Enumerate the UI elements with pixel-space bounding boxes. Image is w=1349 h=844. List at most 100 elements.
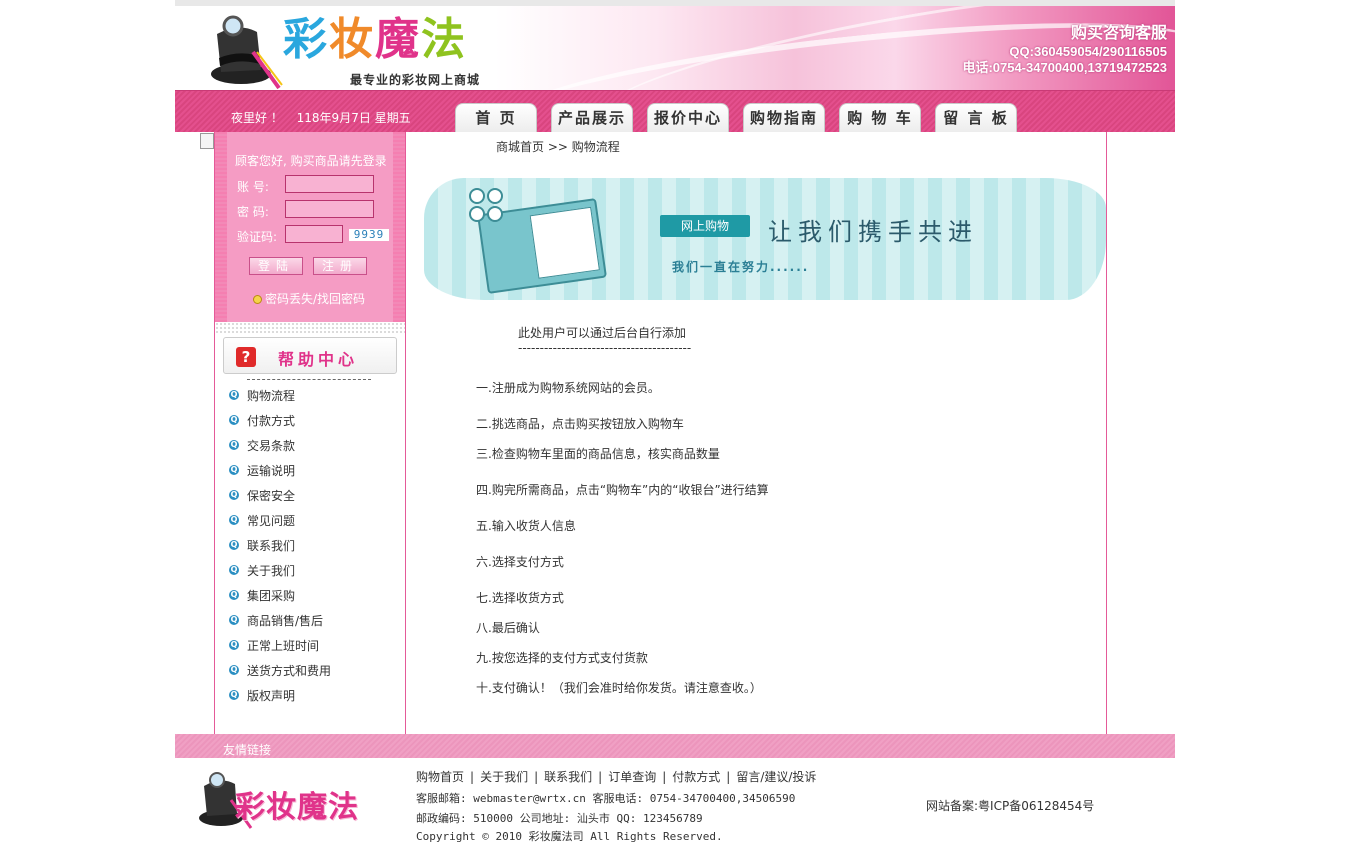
friend-links-bar: 友情链接 — [175, 734, 1175, 758]
help-item-label: 联系我们 — [247, 539, 296, 553]
current-date: 118年9月7日 星期五 — [296, 111, 411, 125]
link-separator: | — [726, 770, 731, 784]
breadcrumb-separator: >> — [547, 140, 568, 154]
tab-products[interactable]: 产品展示 — [551, 103, 633, 133]
step-item: 十.支付确认！（我们会准时给你发货。请注意查收。） — [476, 681, 762, 695]
account-row: 账 号: — [237, 175, 374, 195]
content-divider: ---------------------------------------- — [518, 341, 692, 355]
q-bullet-icon: Q — [229, 665, 239, 675]
footer-copyright: Copyright © 2010 彩妆魔法司 All Rights Reserv… — [416, 830, 723, 843]
captcha-image[interactable]: 9939 — [349, 229, 389, 241]
help-item[interactable]: Q 运输说明 — [229, 464, 331, 489]
help-item[interactable]: Q 常见问题 — [229, 514, 331, 539]
q-bullet-icon: Q — [229, 590, 239, 600]
help-item-label: 付款方式 — [247, 414, 296, 428]
notebook-page — [529, 206, 600, 279]
q-bullet-icon: Q — [229, 690, 239, 700]
logo-char: 妆 — [329, 14, 375, 65]
tab-home[interactable]: 首 页 — [455, 103, 537, 133]
help-item[interactable]: Q 关于我们 — [229, 564, 331, 589]
clover-leaf — [487, 188, 503, 204]
help-item-label: 集团采购 — [247, 589, 296, 603]
banner-subtitle: 我们一直在努力...... — [672, 260, 810, 274]
logo-char: 法 — [421, 14, 467, 65]
footer-links: 购物首页 | 关于我们 | 联系我们 | 订单查询 | 付款方式 | 留言/建议/投诉 — [416, 768, 816, 785]
breadcrumb-home[interactable]: 商城首页 — [496, 140, 544, 154]
banner-slogan: 让我们携手共进 — [768, 218, 978, 246]
login-title: 顾客您好, 购买商品请先登录 — [235, 154, 387, 168]
site-logo[interactable]: 彩妆魔法 — [283, 14, 467, 66]
tab-quotes[interactable]: 报价中心 — [647, 103, 729, 133]
footer-link[interactable]: 订单查询 — [608, 770, 656, 784]
help-item-label: 送货方式和费用 — [247, 664, 332, 678]
help-item[interactable]: Q 交易条款 — [229, 439, 331, 464]
footer-link[interactable]: 留言/建议/投诉 — [736, 770, 816, 784]
account-input[interactable] — [285, 175, 374, 193]
q-bullet-icon: Q — [229, 615, 239, 625]
step-item: 四.购完所需商品，点击“购物车”内的“收银台”进行结算 — [476, 483, 769, 497]
help-item[interactable]: Q 保密安全 — [229, 489, 331, 514]
help-item-label: 正常上班时间 — [247, 639, 320, 653]
greeting: 夜里好 ！ 118年9月7日 星期五 — [231, 109, 411, 126]
login-panel: 顾客您好, 购买商品请先登录 账 号: 密 码: 验证码: 9939 登陆 注册… — [215, 132, 405, 322]
password-input[interactable] — [285, 200, 374, 218]
help-item[interactable]: Q 商品销售/售后 — [229, 614, 331, 639]
help-item[interactable]: Q 购物流程 — [229, 389, 331, 414]
step-item: 二.挑选商品，点击购买按钮放入购物车 — [476, 417, 684, 431]
help-item-label: 交易条款 — [247, 439, 296, 453]
breadcrumb: 商城首页 >> 购物流程 — [496, 138, 620, 155]
contact-info: 购买咨询客服 QQ:360459054/290116505 电话:0754-34… — [962, 24, 1167, 76]
dotted-divider — [215, 322, 405, 334]
password-row: 密 码: — [237, 200, 374, 220]
login-button[interactable]: 登陆 — [249, 257, 303, 275]
link-separator: | — [470, 770, 475, 784]
help-center-header: ? 帮助中心 — [223, 337, 397, 374]
captcha-label: 验证码: — [237, 230, 278, 244]
header-banner: 彩妆魔法 最专业的彩妆网上商城 购买咨询客服 QQ:360459054/2901… — [175, 6, 1175, 90]
help-item[interactable]: Q 版权声明 — [229, 689, 331, 714]
clover-leaf — [469, 206, 485, 222]
help-item-label: 版权声明 — [247, 689, 296, 703]
q-bullet-icon: Q — [229, 640, 239, 650]
footer-logo[interactable]: 彩妆魔法 — [235, 782, 359, 826]
step-item: 三.检查购物车里面的商品信息，核实商品数量 — [476, 447, 720, 461]
link-separator: | — [662, 770, 667, 784]
help-item[interactable]: Q 正常上班时间 — [229, 639, 331, 664]
forgot-password-link[interactable]: 密码丢失/找回密码 — [253, 290, 365, 307]
step-item: 八.最后确认 — [476, 621, 540, 635]
q-bullet-icon: Q — [229, 440, 239, 450]
key-icon — [253, 295, 262, 304]
help-item[interactable]: Q 送货方式和费用 — [229, 664, 331, 689]
contact-phone: 电话:0754-34700400,13719472523 — [962, 60, 1167, 75]
help-item-label: 保密安全 — [247, 489, 296, 503]
nav-bar: 夜里好 ！ 118年9月7日 星期五 首 页 产品展示 报价中心 购物指南 购 … — [175, 90, 1175, 133]
q-bullet-icon: Q — [229, 415, 239, 425]
tab-guestbook[interactable]: 留 言 板 — [935, 103, 1017, 133]
help-center-title: 帮助中心 — [278, 350, 359, 369]
footer-link[interactable]: 付款方式 — [672, 770, 720, 784]
icp-record: 网站备案:粤ICP备06128454号 — [926, 799, 1095, 813]
captcha-input[interactable] — [285, 225, 343, 243]
help-item[interactable]: Q 付款方式 — [229, 414, 331, 439]
footer-link[interactable]: 联系我们 — [544, 770, 592, 784]
register-button[interactable]: 注册 — [313, 257, 367, 275]
nav-tabs: 首 页 产品展示 报价中心 购物指南 购 物 车 留 言 板 — [455, 103, 1031, 133]
tab-guide[interactable]: 购物指南 — [743, 103, 825, 133]
footer-link[interactable]: 购物首页 — [416, 770, 464, 784]
help-item-label: 购物流程 — [247, 389, 296, 403]
step-item: 六.选择支付方式 — [476, 555, 564, 569]
help-item[interactable]: Q 集团采购 — [229, 589, 331, 614]
help-item[interactable]: Q 联系我们 — [229, 539, 331, 564]
site-slogan: 最专业的彩妆网上商城 — [350, 73, 481, 87]
logo-char: 彩 — [283, 14, 329, 65]
footer: 彩妆魔法 购物首页 | 关于我们 | 联系我们 | 订单查询 | 付款方式 | 留言/建议/投诉 客… — [175, 758, 1175, 844]
footer-link[interactable]: 关于我们 — [480, 770, 528, 784]
footer-contact: 客服邮箱: webmaster@wrtx.cn 客服电话: 0754-34700… — [416, 792, 796, 805]
link-separator: | — [598, 770, 603, 784]
left-sidebar: 顾客您好, 购买商品请先登录 账 号: 密 码: 验证码: 9939 登陆 注册… — [214, 132, 406, 734]
tab-cart[interactable]: 购 物 车 — [839, 103, 921, 133]
help-item-label: 商品销售/售后 — [247, 614, 324, 628]
link-separator: | — [534, 770, 539, 784]
q-bullet-icon: Q — [229, 540, 239, 550]
friend-links-label[interactable]: 友情链接 — [223, 741, 271, 758]
